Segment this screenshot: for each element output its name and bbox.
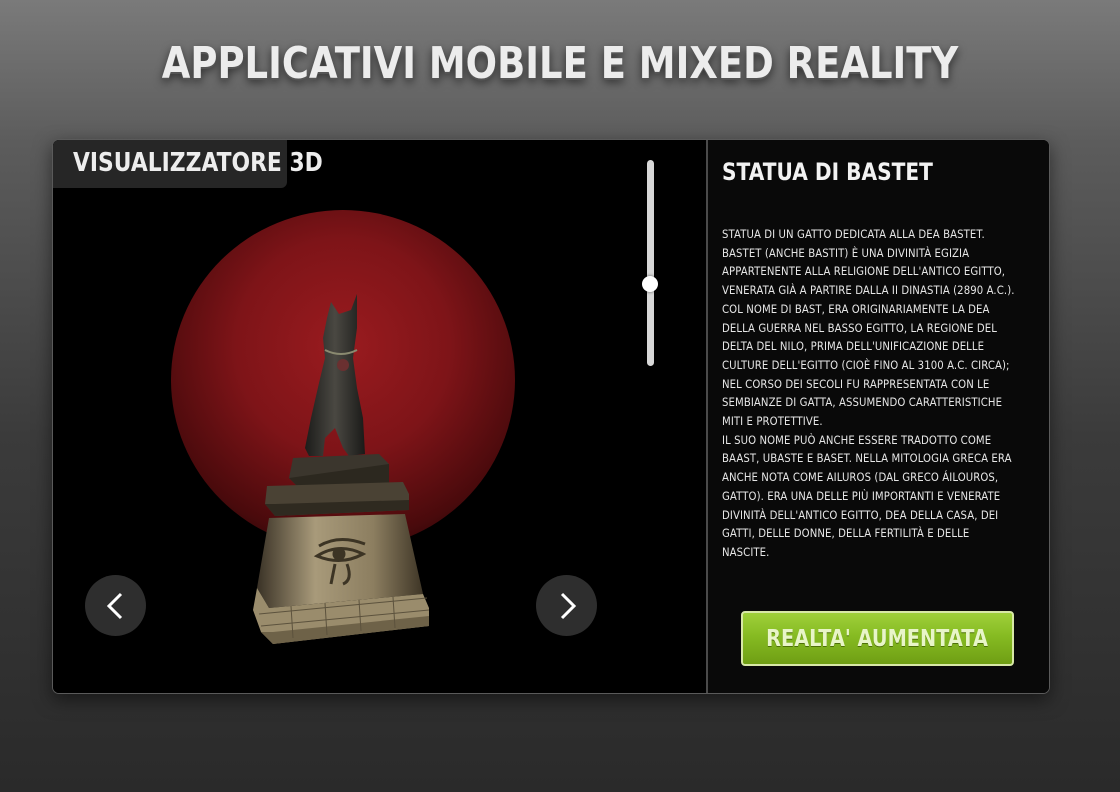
zoom-slider-track[interactable] bbox=[647, 160, 654, 366]
zoom-slider-thumb[interactable] bbox=[642, 275, 658, 292]
info-description: STATUA DI UN GATTO DEDICATA ALLA DEA BAS… bbox=[722, 227, 1015, 559]
bastet-statue-model[interactable] bbox=[239, 288, 429, 654]
augmented-reality-button-label: REALTA' AUMENTATA bbox=[766, 625, 989, 652]
info-panel: STATUA DI BASTET STATUA DI UN GATTO DEDI… bbox=[708, 140, 1049, 693]
info-title: STATUA DI BASTET bbox=[722, 158, 933, 186]
main-panel: VISUALIZZATORE 3D STATUA DI BASTET STATU… bbox=[52, 139, 1050, 694]
chevron-left-icon bbox=[106, 592, 122, 619]
3d-viewer[interactable]: VISUALIZZATORE 3D bbox=[53, 140, 706, 693]
viewer-label-text: VISUALIZZATORE 3D bbox=[73, 148, 323, 178]
next-button[interactable] bbox=[536, 575, 597, 636]
previous-button[interactable] bbox=[85, 575, 146, 636]
augmented-reality-button[interactable]: REALTA' AUMENTATA bbox=[741, 611, 1014, 666]
viewer-label: VISUALIZZATORE 3D bbox=[53, 140, 323, 188]
chevron-right-icon bbox=[560, 592, 576, 619]
page-title: APPLICATIVI MOBILE E MIXED REALITY bbox=[161, 38, 959, 89]
